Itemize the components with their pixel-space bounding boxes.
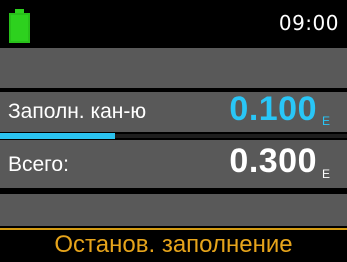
battery-icon xyxy=(9,9,30,43)
cannula-fill-value: 0.100 xyxy=(229,90,317,128)
fill-progress-fill xyxy=(0,133,115,139)
total-label: Всего: xyxy=(8,153,69,176)
total-row: Всего: 0.300 Е xyxy=(0,140,347,188)
cannula-fill-label: Заполн. кан-ю xyxy=(8,100,147,123)
total-unit: Е xyxy=(321,167,330,181)
cannula-fill-row: Заполн. кан-ю 0.100 Е xyxy=(0,90,347,132)
status-bar: 09:00 xyxy=(0,0,347,48)
total-value: 0.300 xyxy=(229,142,317,180)
clock: 09:00 xyxy=(278,11,339,35)
fill-progress-bar xyxy=(0,132,347,140)
empty-row-bottom xyxy=(0,194,347,226)
stop-fill-label: Останов. заполнение xyxy=(54,231,293,258)
stop-fill-button[interactable]: Останов. заполнение xyxy=(0,228,347,262)
pump-screen: 09:00 Заполн. кан-ю 0.100 Е Всего: 0.300… xyxy=(0,0,347,262)
cannula-fill-unit: Е xyxy=(321,114,330,128)
empty-row-top xyxy=(0,48,347,88)
